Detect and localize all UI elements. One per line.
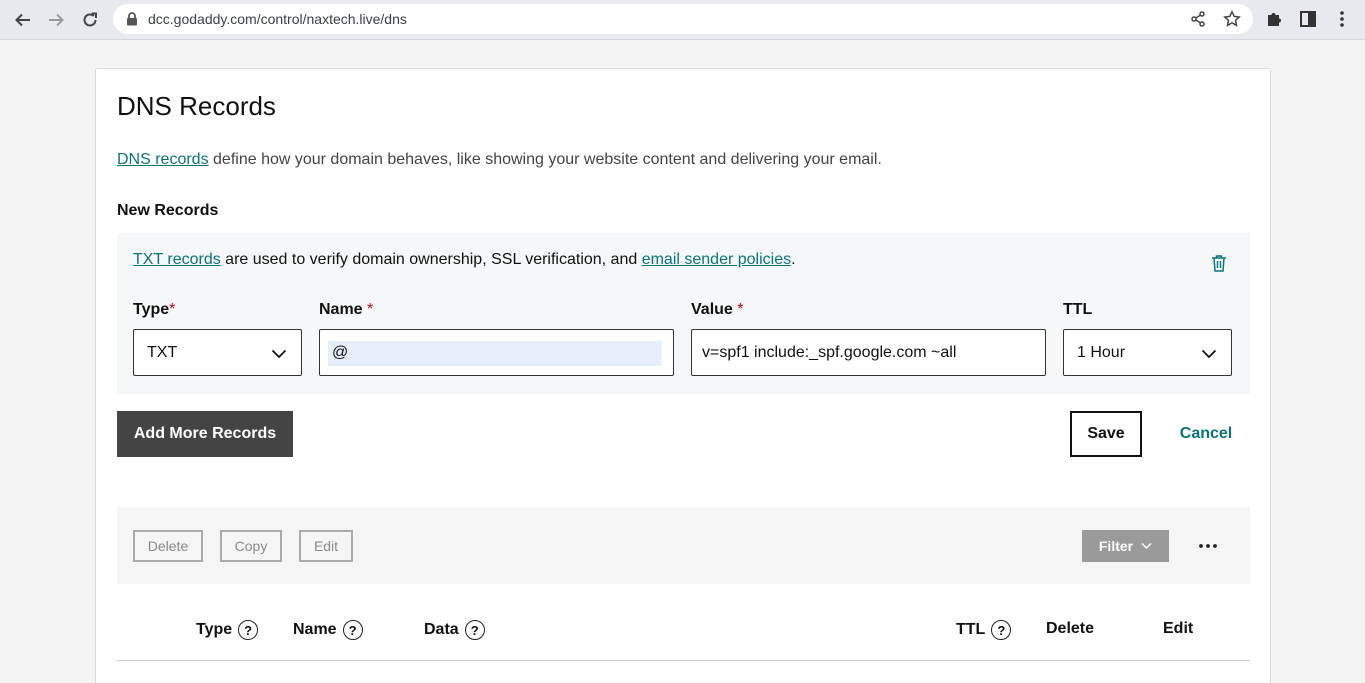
required-mark: * [737, 301, 744, 318]
type-select[interactable]: TXT [133, 329, 302, 376]
txt-info-end: . [791, 251, 796, 268]
type-select-value: TXT [147, 344, 178, 361]
side-panel-icon[interactable] [1297, 8, 1319, 30]
column-header-ttl: TTL? [956, 620, 1012, 640]
url-text: dcc.godaddy.com/control/naxtech.live/dns [148, 11, 407, 27]
help-icon[interactable]: ? [991, 620, 1012, 640]
records-toolbar: Delete Copy Edit Filter [117, 507, 1250, 584]
name-input-selection: @ [328, 341, 662, 366]
name-label-text: Name [319, 301, 363, 318]
column-header-type: Type? [196, 620, 259, 640]
browser-menu-icon[interactable] [1331, 8, 1353, 30]
lock-icon [126, 12, 138, 31]
records-table-header: Type? Name? Data? TTL? Delete Edit [117, 604, 1250, 661]
add-more-records-button[interactable]: Add More Records [117, 411, 293, 457]
more-options-icon[interactable] [1195, 534, 1221, 558]
ttl-select[interactable]: 1 Hour [1063, 329, 1232, 376]
column-header-edit: Edit [1163, 620, 1194, 637]
name-label: Name * [319, 301, 373, 319]
dns-records-card: DNS Records DNS records define how your … [95, 68, 1271, 683]
value-label: Value * [691, 301, 744, 319]
column-header-label: Name [293, 621, 337, 638]
email-sender-policies-link[interactable]: email sender policies [642, 251, 791, 268]
delete-button[interactable]: Delete [133, 530, 203, 562]
share-icon[interactable] [1188, 9, 1208, 29]
column-header-delete: Delete [1046, 620, 1095, 637]
name-input[interactable]: @ [319, 329, 674, 376]
back-icon[interactable] [9, 6, 37, 34]
address-bar[interactable]: dcc.godaddy.com/control/naxtech.live/dns [113, 4, 1253, 34]
filter-button[interactable]: Filter [1082, 530, 1169, 562]
chevron-down-icon [271, 346, 287, 364]
column-header-name: Name? [293, 620, 363, 640]
forward-icon[interactable] [42, 6, 70, 34]
required-mark: * [169, 301, 176, 318]
help-icon[interactable]: ? [238, 620, 259, 640]
cancel-button[interactable]: Cancel [1171, 411, 1241, 457]
filter-label: Filter [1098, 538, 1134, 554]
chevron-down-icon [1141, 542, 1152, 550]
value-input-value: v=spf1 include:_spf.google.com ~all [702, 344, 957, 361]
column-header-label: TTL [956, 621, 986, 638]
dns-records-link[interactable]: DNS records [117, 151, 209, 168]
type-label-text: Type [133, 301, 170, 318]
name-input-value: @ [332, 344, 349, 361]
new-records-heading: New Records [117, 202, 219, 219]
column-header-label: Type [196, 621, 233, 638]
column-header-data: Data? [424, 620, 485, 640]
trash-icon[interactable] [1209, 253, 1229, 273]
edit-button[interactable]: Edit [299, 530, 353, 562]
txt-info-text: TXT records are used to verify domain ow… [133, 251, 796, 269]
column-header-label: Data [424, 621, 459, 638]
type-label: Type* [133, 301, 175, 319]
new-record-panel: TXT records are used to verify domain ow… [117, 233, 1250, 394]
txt-records-link[interactable]: TXT records [133, 251, 221, 268]
value-label-text: Value [691, 301, 733, 318]
ttl-select-value: 1 Hour [1077, 344, 1126, 361]
browser-toolbar: dcc.godaddy.com/control/naxtech.live/dns [0, 0, 1365, 40]
value-input[interactable]: v=spf1 include:_spf.google.com ~all [691, 329, 1046, 376]
page-title: DNS Records [117, 91, 276, 121]
reload-icon[interactable] [76, 6, 104, 34]
copy-button[interactable]: Copy [220, 530, 282, 562]
ttl-label: TTL [1063, 301, 1093, 318]
txt-info-description: are used to verify domain ownership, SSL… [220, 251, 642, 268]
save-button[interactable]: Save [1070, 411, 1142, 457]
required-mark: * [367, 301, 374, 318]
help-icon[interactable]: ? [464, 620, 485, 640]
extensions-icon[interactable] [1263, 8, 1285, 30]
intro-text: DNS records define how your domain behav… [117, 151, 882, 169]
intro-description: define how your domain behaves, like sho… [208, 151, 882, 168]
bookmark-star-icon[interactable] [1222, 9, 1242, 29]
help-icon[interactable]: ? [342, 620, 363, 640]
chevron-down-icon [1201, 346, 1217, 364]
